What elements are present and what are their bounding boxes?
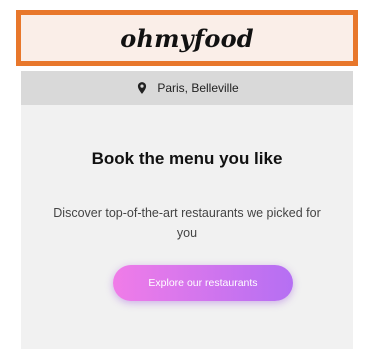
location-text: Paris, Belleville	[157, 81, 239, 95]
hero-subtitle: Discover top-of-the-art restaurants we p…	[53, 206, 321, 240]
hero-title: Book the menu you like	[91, 149, 283, 168]
page: ohmyfood Paris, Belleville Book the menu…	[0, 0, 370, 349]
header: ohmyfood	[16, 10, 358, 66]
location-bar: Paris, Belleville	[21, 71, 353, 105]
location-pin-icon	[135, 81, 149, 95]
explore-restaurants-button[interactable]: Explore our restaurants	[113, 265, 293, 301]
hero-section: Book the menu you like Discover top-of-t…	[21, 105, 353, 349]
logo[interactable]: ohmyfood	[120, 24, 254, 53]
